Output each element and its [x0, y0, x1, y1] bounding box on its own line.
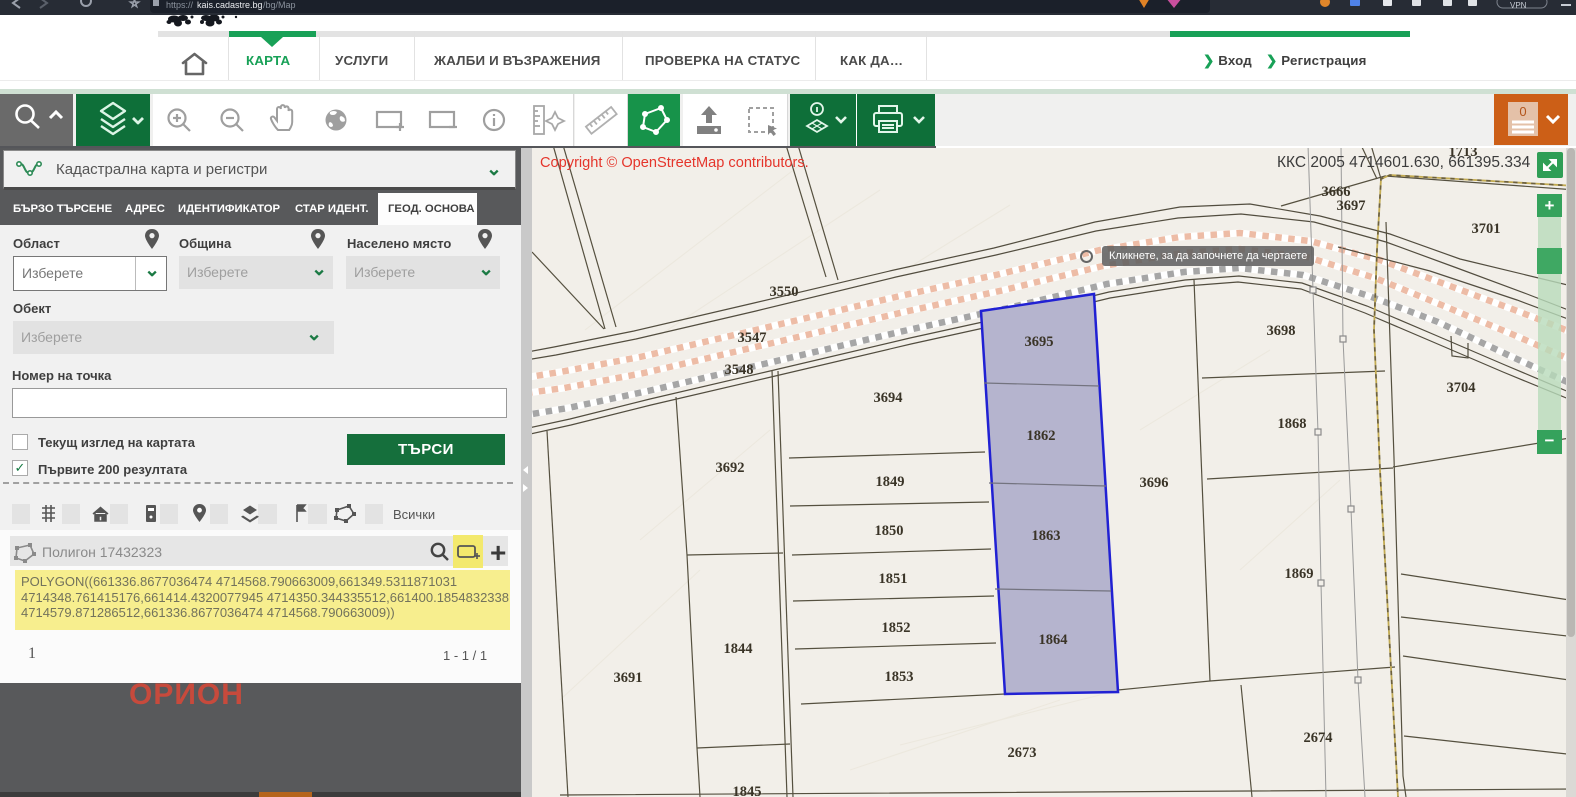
svg-text:3696: 3696 [1140, 475, 1169, 491]
svg-text:3701: 3701 [1472, 221, 1501, 237]
svg-text:https://: https:// [166, 0, 194, 10]
svg-text:0: 0 [1519, 104, 1526, 119]
svg-text:/bg/Map: /bg/Map [263, 0, 296, 10]
svg-text:3704: 3704 [1447, 380, 1476, 396]
svg-text:1869: 1869 [1285, 566, 1314, 582]
svg-text:3691: 3691 [614, 670, 643, 686]
svg-text:3547: 3547 [738, 330, 767, 346]
svg-text:1850: 1850 [875, 523, 904, 539]
svg-text:3550: 3550 [770, 284, 799, 300]
svg-text:3697: 3697 [1337, 198, 1366, 214]
svg-text:1852: 1852 [882, 620, 911, 636]
svg-text:2674: 2674 [1304, 730, 1333, 746]
svg-text:1853: 1853 [885, 669, 914, 685]
svg-text:1863: 1863 [1032, 528, 1061, 544]
svg-text:1844: 1844 [724, 641, 753, 657]
svg-text:1864: 1864 [1039, 632, 1068, 648]
svg-text:1845: 1845 [733, 784, 762, 797]
svg-text:3698: 3698 [1267, 323, 1296, 339]
svg-text:3695: 3695 [1025, 334, 1054, 350]
svg-text:1851: 1851 [879, 571, 908, 587]
svg-text:3692: 3692 [716, 460, 745, 476]
svg-text:kais.cadastre.bg: kais.cadastre.bg [197, 0, 263, 10]
svg-text:3694: 3694 [874, 390, 903, 406]
svg-text:2673: 2673 [1008, 745, 1037, 761]
svg-text:VPN: VPN [1510, 1, 1527, 10]
svg-text:1868: 1868 [1278, 416, 1307, 432]
svg-text:1862: 1862 [1027, 428, 1056, 444]
svg-text:3548: 3548 [725, 362, 754, 378]
svg-text:1849: 1849 [876, 474, 905, 490]
